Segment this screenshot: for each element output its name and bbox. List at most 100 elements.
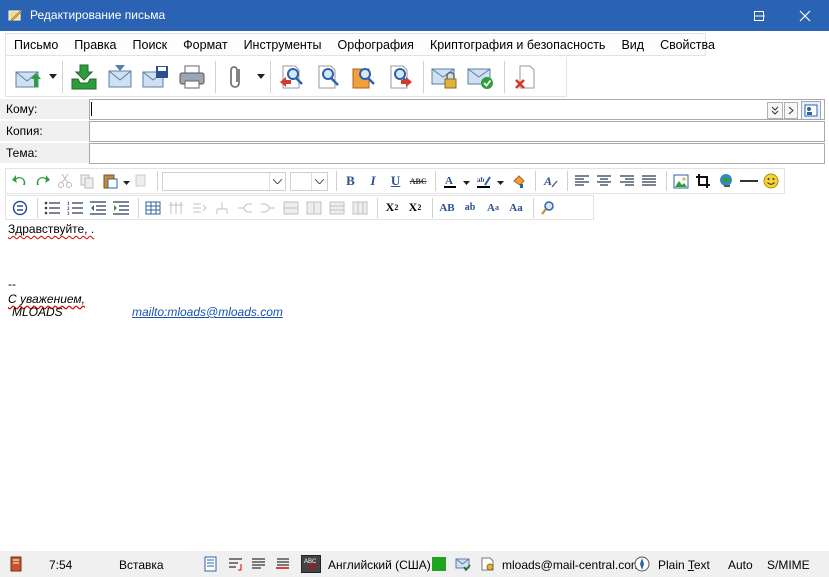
format-painter-icon[interactable]	[509, 171, 529, 191]
send-dropdown-icon[interactable]	[48, 60, 58, 94]
to-field[interactable]	[89, 99, 825, 120]
menu-tools[interactable]: Инструменты	[236, 38, 330, 52]
table-op-icon[interactable]	[189, 198, 209, 218]
toggle-case-button[interactable]: Aa	[483, 198, 503, 218]
message-body[interactable]: Здравствуйте, . -- С уважением, MLOADS m…	[0, 221, 829, 551]
insert-table-icon[interactable]	[143, 198, 163, 218]
menu-search[interactable]: Поиск	[125, 38, 176, 52]
bold-button[interactable]: B	[341, 171, 361, 191]
subject-field[interactable]	[89, 143, 825, 164]
table-op-icon[interactable]	[281, 198, 301, 218]
maximize-button[interactable]	[736, 0, 782, 31]
copy-icon[interactable]	[78, 171, 98, 191]
paragraph-style-icon[interactable]	[10, 198, 30, 218]
table-op-icon[interactable]	[212, 198, 232, 218]
menu-spelling[interactable]: Орфография	[330, 38, 422, 52]
attach-dropdown-icon[interactable]	[256, 60, 266, 94]
table-op-icon[interactable]	[304, 198, 324, 218]
spellcheck-icon[interactable]: ABC	[301, 555, 321, 573]
strikethrough-button[interactable]: ABC	[408, 171, 428, 191]
signature-email-link[interactable]: mailto:mloads@mloads.com	[132, 305, 283, 319]
menu-format[interactable]: Формат	[175, 38, 235, 52]
cut-icon[interactable]	[55, 171, 75, 191]
subscript-button[interactable]: X2	[405, 198, 425, 218]
print-button[interactable]	[175, 60, 209, 94]
redo-icon[interactable]	[33, 171, 53, 191]
menu-letter[interactable]: Письмо	[6, 38, 66, 52]
insert-link-icon[interactable]	[716, 171, 736, 191]
paste-dropdown-icon[interactable]	[122, 174, 131, 188]
clear-format-icon[interactable]: A	[540, 171, 560, 191]
sign-button[interactable]	[464, 60, 498, 94]
table-op-icon[interactable]	[258, 198, 278, 218]
page-icon[interactable]	[203, 556, 219, 572]
text-color-icon[interactable]: A	[440, 171, 460, 191]
indent-icon[interactable]	[111, 198, 131, 218]
menu-edit[interactable]: Правка	[66, 38, 124, 52]
font-family-select[interactable]	[162, 171, 286, 191]
align-center-icon[interactable]	[594, 171, 614, 191]
italic-button[interactable]: I	[363, 171, 383, 191]
underline-button[interactable]: U	[386, 171, 406, 191]
font-size-select[interactable]	[289, 171, 328, 191]
account-icon[interactable]	[480, 556, 496, 572]
table-op-icon[interactable]	[166, 198, 186, 218]
paste-special-icon[interactable]	[131, 171, 151, 191]
find-next-button[interactable]	[383, 60, 417, 94]
toolbar-divider	[504, 60, 505, 93]
attach-button[interactable]	[220, 60, 254, 94]
address-book-status-icon[interactable]	[8, 556, 24, 572]
encrypt-button[interactable]	[428, 60, 462, 94]
security-indicator[interactable]: S/MIME	[767, 558, 810, 572]
compass-icon[interactable]	[634, 556, 650, 572]
find-previous-button[interactable]	[275, 60, 309, 94]
insert-mode[interactable]: Вставка	[119, 558, 164, 572]
address-book-icon[interactable]	[801, 101, 821, 120]
title-case-button[interactable]: Aa	[506, 198, 526, 218]
text-color-dropdown-icon[interactable]	[462, 174, 471, 188]
encoding-indicator[interactable]: Auto	[728, 558, 753, 572]
crop-icon[interactable]	[694, 171, 714, 191]
menu-view[interactable]: Вид	[613, 38, 652, 52]
wrap-icon[interactable]	[228, 556, 244, 572]
justify-icon[interactable]	[251, 556, 267, 572]
find-replace-icon[interactable]	[538, 198, 558, 218]
close-button[interactable]	[782, 0, 828, 31]
menu-crypto[interactable]: Криптография и безопасность	[422, 38, 614, 52]
message-format[interactable]: Plain Text	[658, 558, 710, 572]
cancel-button[interactable]	[509, 60, 543, 94]
align-right-icon[interactable]	[617, 171, 637, 191]
save-draft-button[interactable]	[139, 60, 173, 94]
bulleted-list-icon[interactable]	[42, 198, 62, 218]
menu-properties[interactable]: Свойства	[652, 38, 723, 52]
horizontal-line-icon[interactable]	[739, 171, 759, 191]
signed-mail-icon[interactable]	[455, 556, 471, 572]
table-op-icon[interactable]	[350, 198, 370, 218]
align-left-icon[interactable]	[572, 171, 592, 191]
table-op-icon[interactable]	[327, 198, 347, 218]
insert-smiley-icon[interactable]	[761, 171, 781, 191]
expand-down-icon[interactable]	[767, 102, 783, 119]
send-later-button[interactable]	[103, 60, 137, 94]
account-address[interactable]: mloads@mail-central.com	[502, 558, 641, 572]
highlight-dropdown-icon[interactable]	[496, 174, 505, 188]
find-in-clipboard-button[interactable]	[347, 60, 381, 94]
highlight-icon[interactable]: ab	[474, 171, 494, 191]
lowercase-button[interactable]: ab	[460, 198, 480, 218]
table-op-icon[interactable]	[235, 198, 255, 218]
cc-field[interactable]	[89, 121, 825, 142]
send-button[interactable]	[12, 60, 46, 94]
language-indicator[interactable]: Английский (США)	[328, 558, 431, 572]
undo-icon[interactable]	[10, 171, 30, 191]
quote-icon[interactable]	[275, 556, 291, 572]
expand-right-icon[interactable]	[784, 102, 798, 119]
outdent-icon[interactable]	[88, 198, 108, 218]
numbered-list-icon[interactable]: 123	[65, 198, 85, 218]
insert-image-icon[interactable]	[671, 171, 691, 191]
find-button[interactable]	[311, 60, 345, 94]
superscript-button[interactable]: X2	[382, 198, 402, 218]
receive-button[interactable]	[67, 60, 101, 94]
uppercase-button[interactable]: AB	[437, 198, 457, 218]
align-justify-icon[interactable]	[640, 171, 660, 191]
paste-icon[interactable]	[100, 171, 120, 191]
